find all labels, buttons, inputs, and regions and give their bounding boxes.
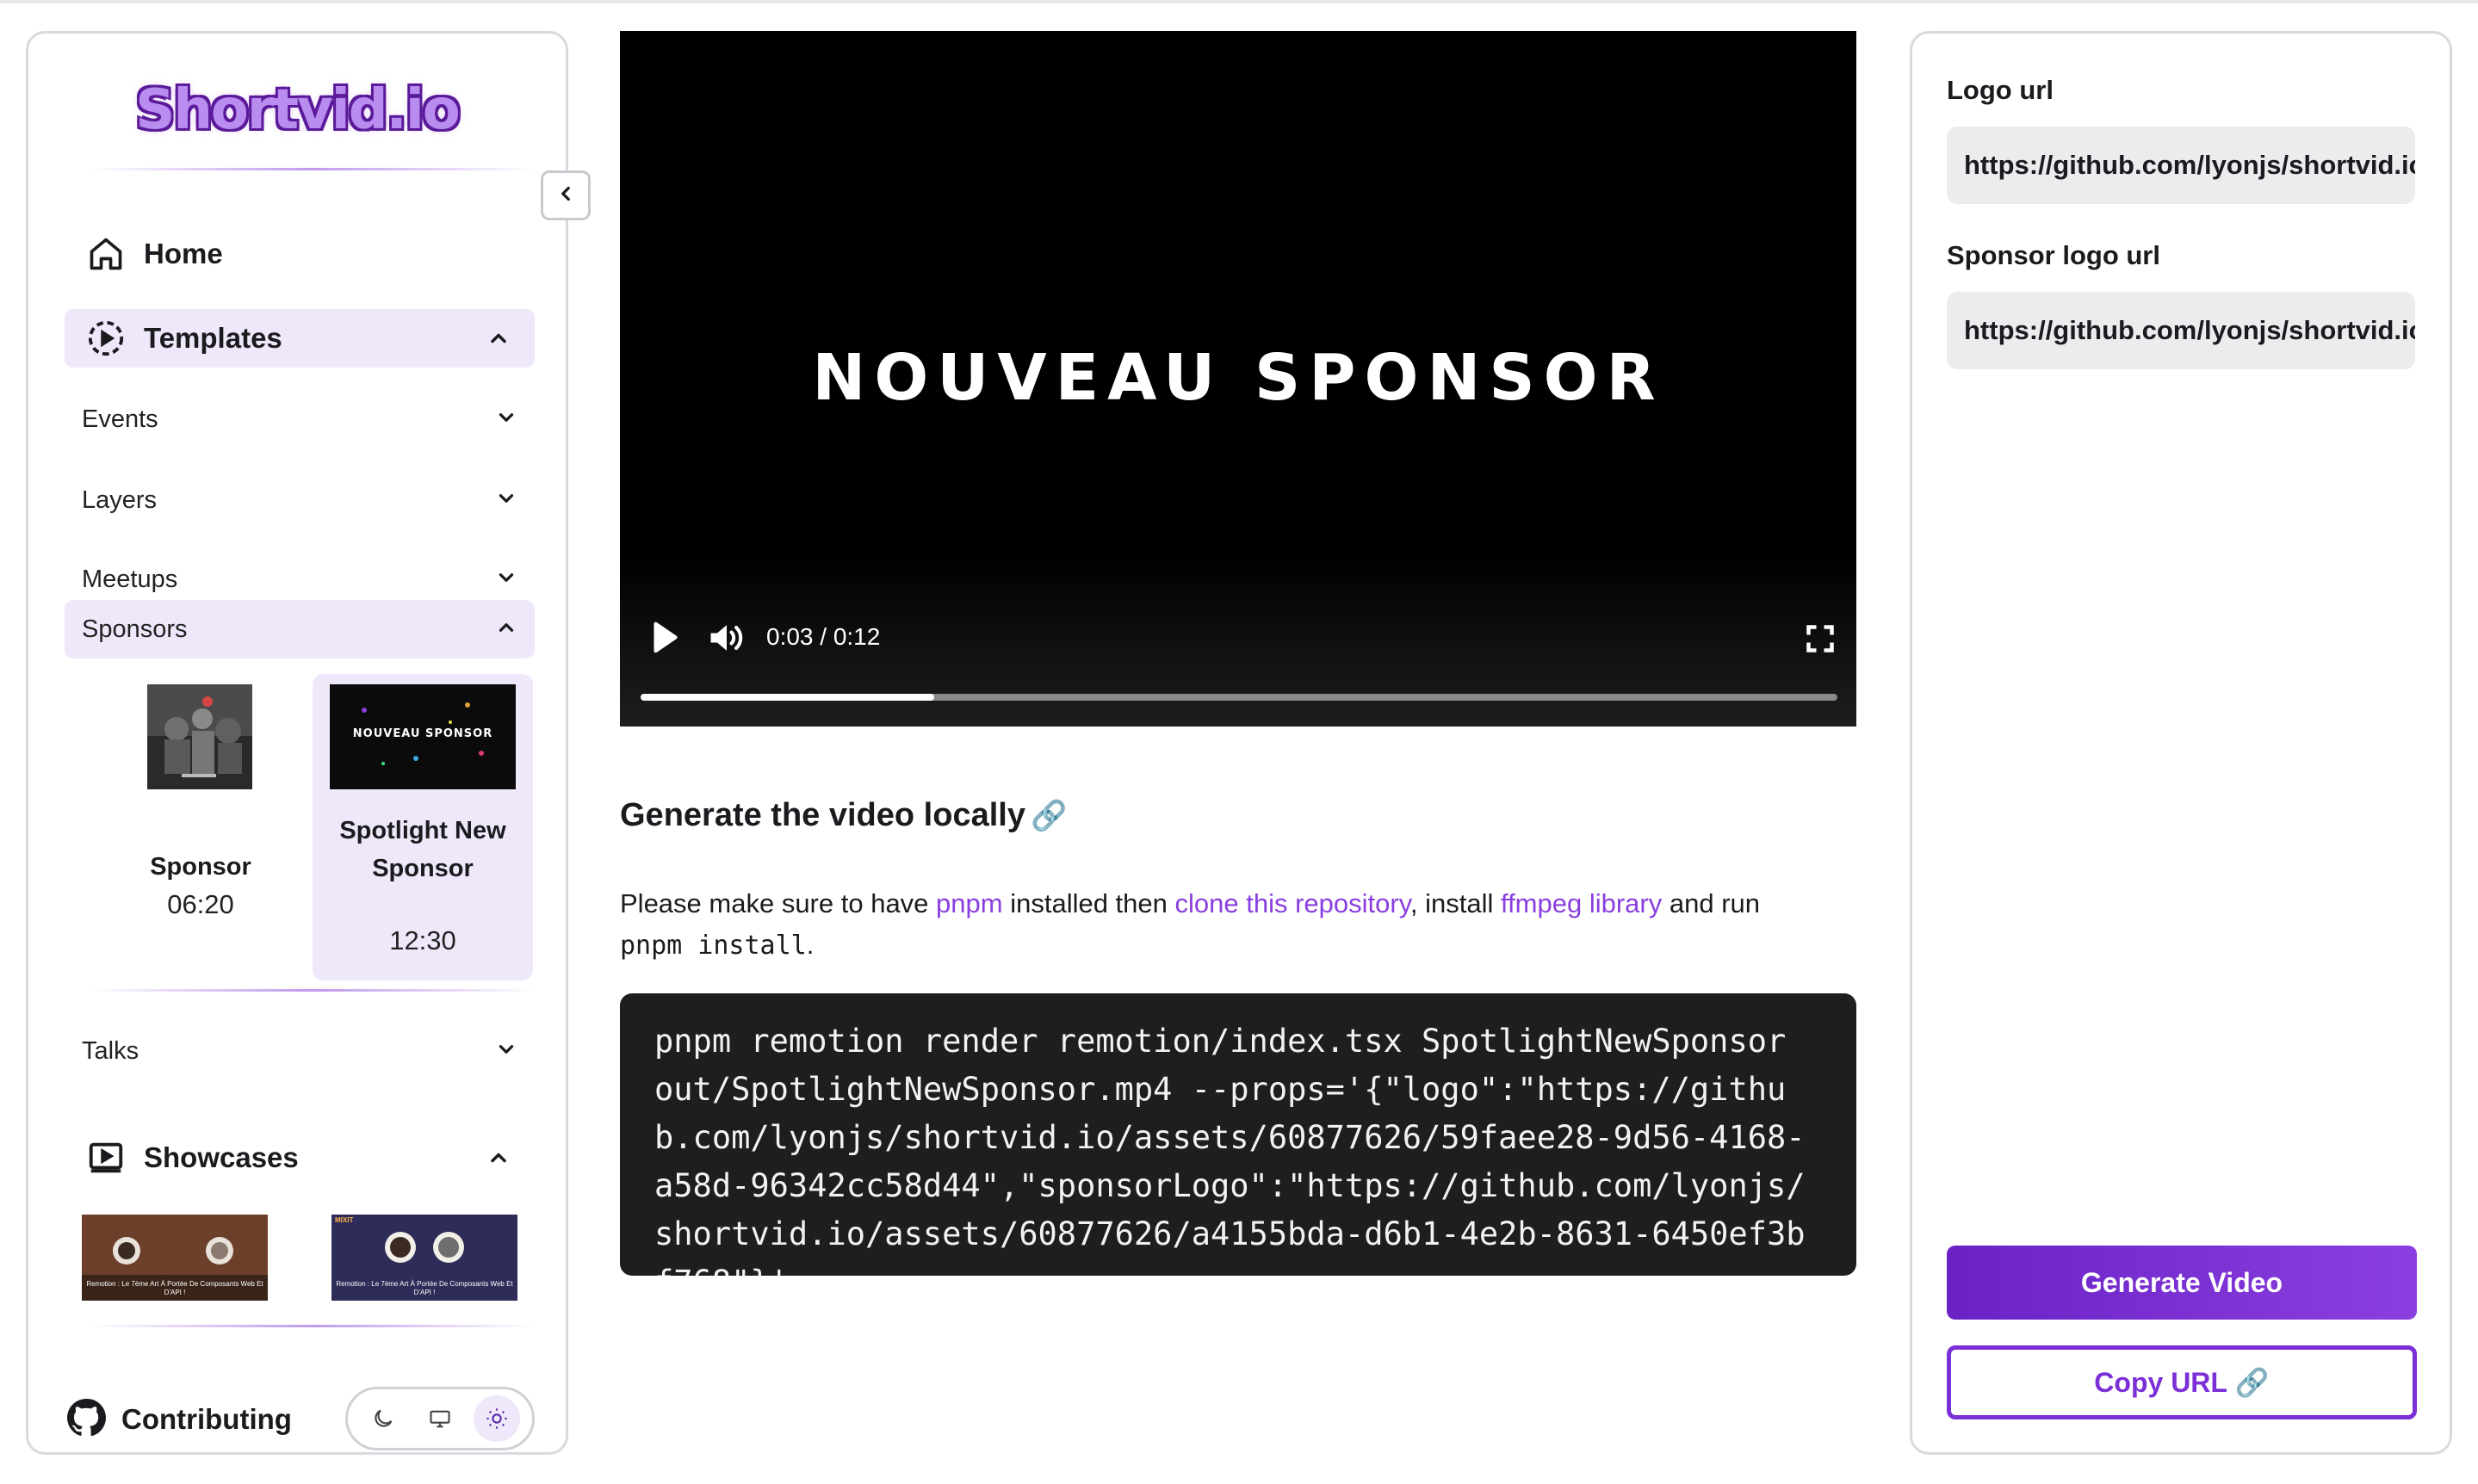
section-layers-label: Layers (82, 485, 158, 514)
nav-home-label: Home (144, 238, 223, 269)
template-card-sponsor[interactable]: Sponsor 06:20 (90, 674, 311, 980)
showcase-thumbnail[interactable]: MIXIT Remotion : Le 7ème Art À Portée De… (331, 1215, 517, 1301)
logo-url-input[interactable]: https://github.com/lyonjs/shortvid.io/as… (1947, 127, 2415, 204)
section-meetups-label: Meetups (82, 565, 178, 593)
card-duration: 12:30 (389, 925, 456, 955)
section-talks-label: Talks (82, 1036, 139, 1065)
video-frame-icon (85, 1137, 127, 1178)
section-layers[interactable]: Layers (65, 471, 535, 529)
sidebar: Shortvid.io Home Templates Events Layers… (26, 31, 568, 1455)
generate-heading: Generate the video locally 🔗 (620, 797, 1067, 834)
theme-toggle (345, 1387, 535, 1450)
generate-heading-text: Generate the video locally (620, 797, 1025, 833)
section-events-label: Events (82, 405, 158, 433)
video-progress-track[interactable] (641, 694, 1837, 701)
clone-repository-link[interactable]: clone this repository (1175, 888, 1410, 918)
section-talks[interactable]: Talks (65, 1022, 535, 1080)
video-frame-title: NOUVEAU SPONSOR (812, 341, 1664, 415)
ffmpeg-library-link[interactable]: ffmpeg library (1501, 888, 1662, 918)
collapse-sidebar-button[interactable] (541, 170, 591, 220)
theme-dark-button[interactable] (360, 1395, 406, 1442)
card-title: Sponsor (150, 853, 251, 881)
template-card-spotlight-new-sponsor[interactable]: NOUVEAU SPONSOR Spotlight New Sponsor 12… (313, 674, 533, 980)
sponsor-logo-url-input[interactable]: https://github.com/lyonjs/shortvid.io/as… (1947, 292, 2415, 369)
contributing-link[interactable]: Contributing (66, 1392, 292, 1447)
chevron-left-icon (554, 182, 577, 209)
link-icon: 🔗 (2234, 1367, 2270, 1398)
link-icon[interactable]: 🔗 (1031, 800, 1067, 832)
home-icon (85, 233, 127, 275)
showcase-badge: MIXIT (335, 1216, 354, 1224)
nav-showcases[interactable]: Showcases (65, 1128, 535, 1187)
section-events[interactable]: Events (65, 390, 535, 448)
section-sponsors-label: Sponsors (82, 615, 188, 643)
text: , install (1409, 888, 1502, 918)
volume-icon[interactable] (706, 618, 749, 658)
video-progress-fill (641, 694, 934, 701)
copy-url-button[interactable]: Copy URL 🔗 (1947, 1345, 2417, 1419)
logo-divider (89, 168, 536, 170)
logo-url-label: Logo url (1947, 75, 2054, 105)
generate-video-button[interactable]: Generate Video (1947, 1246, 2417, 1320)
contributing-label: Contributing (121, 1403, 292, 1435)
window-top-border (0, 0, 2478, 3)
chevron-up-icon (483, 323, 514, 354)
chevron-down-icon (495, 406, 517, 433)
text: . (806, 930, 815, 960)
nav-showcases-label: Showcases (144, 1141, 299, 1173)
card-duration: 06:20 (167, 889, 234, 919)
thumb-title: NOUVEAU SPONSOR (352, 727, 493, 740)
theme-light-button[interactable] (474, 1395, 520, 1442)
props-panel: Logo url https://github.com/lyonjs/short… (1910, 31, 2452, 1455)
text: and run (1662, 888, 1761, 918)
section-divider (89, 989, 536, 992)
theme-system-button[interactable] (417, 1395, 463, 1442)
showcase-thumbnail[interactable]: Remotion : Le 7ème Art À Portée De Compo… (82, 1215, 268, 1301)
video-time: 0:03 / 0:12 (766, 623, 881, 650)
chevron-down-icon (495, 1038, 517, 1065)
showcase-caption: Remotion : Le 7ème Art À Portée De Compo… (86, 1280, 263, 1296)
section-sponsors[interactable]: Sponsors (65, 600, 535, 659)
chevron-up-icon (495, 616, 517, 643)
text: Please make sure to have (620, 888, 937, 918)
text: installed then (1002, 888, 1175, 918)
pnpm-link[interactable]: pnpm (936, 888, 1003, 918)
render-command-code[interactable]: pnpm remotion render remotion/index.tsx … (620, 993, 1856, 1276)
nav-home[interactable]: Home (65, 225, 535, 283)
nav-templates[interactable]: Templates (65, 309, 535, 368)
video-player[interactable]: NOUVEAU SPONSOR 0:03 / 0:12 (620, 31, 1856, 727)
play-icon[interactable] (644, 618, 684, 658)
nav-templates-label: Templates (144, 322, 282, 354)
footer-divider (89, 1325, 536, 1327)
fullscreen-icon[interactable] (1805, 623, 1836, 654)
sponsor-logo-url-label: Sponsor logo url (1947, 240, 2160, 270)
chevron-up-icon (483, 1142, 514, 1173)
brand-logo[interactable]: Shortvid.io (28, 78, 566, 142)
copy-url-label: Copy URL (2094, 1366, 2227, 1398)
chevron-down-icon (495, 487, 517, 514)
instructions-paragraph: Please make sure to have pnpm installed … (620, 883, 1860, 967)
card-title: Spotlight New Sponsor (339, 817, 506, 882)
inline-code: pnpm install (620, 931, 807, 961)
showcase-caption: Remotion : Le 7ème Art À Portée De Compo… (336, 1280, 513, 1296)
play-circle-icon (85, 318, 127, 359)
spotlight-thumbnail: NOUVEAU SPONSOR (330, 684, 516, 789)
chevron-down-icon (495, 566, 517, 593)
sponsor-thumbnail (147, 684, 252, 789)
github-icon (66, 1398, 106, 1442)
